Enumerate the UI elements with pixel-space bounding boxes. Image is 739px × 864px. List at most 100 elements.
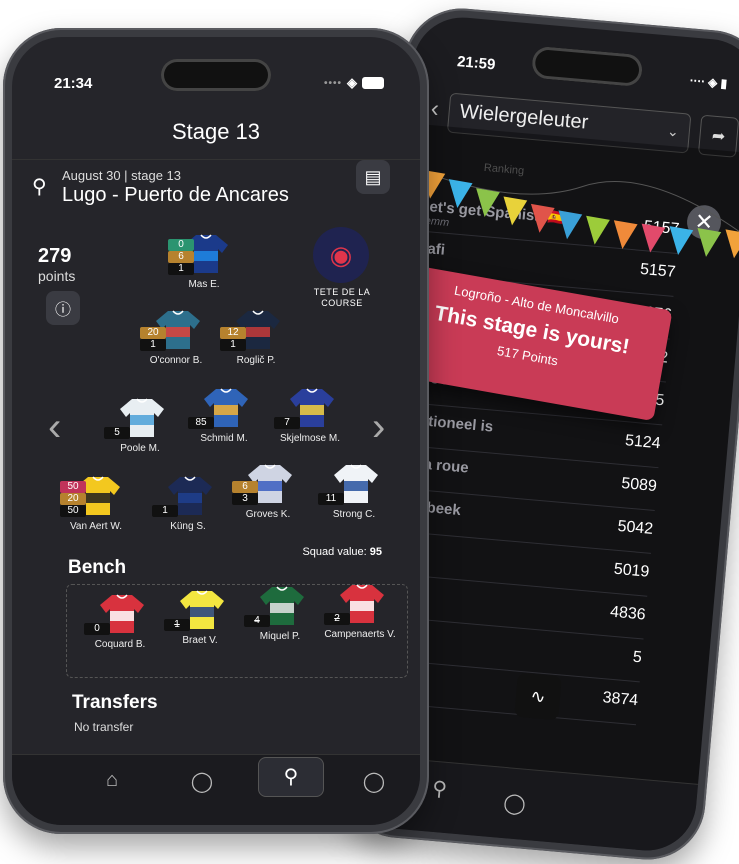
info-icon[interactable]: ⓘ xyxy=(46,291,80,325)
rider-card[interactable]: 5 Poole M. xyxy=(98,397,182,473)
signal-icon: •••• xyxy=(323,77,342,89)
bunting-flag xyxy=(697,228,722,257)
rider-badges: 63 xyxy=(232,481,258,505)
ranking-score: 5124 xyxy=(624,432,662,453)
ranking-score: 5 xyxy=(632,648,643,667)
rider-card[interactable]: 12 1 Roglič P. xyxy=(214,309,298,385)
rider-card[interactable]: 7 Skjelmose M. xyxy=(268,387,352,463)
rider-name: Schmid M. xyxy=(200,433,248,444)
team-logo: ◉ xyxy=(313,227,369,283)
tab-profile-icon[interactable]: ◯ xyxy=(354,769,394,794)
bunting-flag xyxy=(530,203,555,233)
podium-icon[interactable]: ▤ xyxy=(356,160,390,194)
stage-header: ⚲ August 30 | stage 13 Lugo - Puerto de … xyxy=(12,159,420,220)
rider-name: Poole M. xyxy=(120,443,160,454)
score-value: 279 xyxy=(38,245,72,267)
rider-badges: 7 xyxy=(274,417,300,429)
rider-badge: 7 xyxy=(274,417,300,429)
rider-badges: 11 xyxy=(318,493,344,505)
bench-title: Bench xyxy=(68,557,127,578)
rider-name: Braet V. xyxy=(182,635,218,646)
rider-badge: 20 xyxy=(60,493,86,505)
battery-icon xyxy=(362,77,384,89)
rider-name: Campenaerts V. xyxy=(324,629,396,640)
bunting-flag xyxy=(641,223,666,253)
bench-rider-card[interactable]: 0 Coquard B. xyxy=(78,593,162,669)
chevron-down-icon: ⌄ xyxy=(666,122,680,140)
rider-name: Roglič P. xyxy=(236,355,276,366)
bunting-flag xyxy=(476,188,500,218)
rider-badges: 85 xyxy=(188,417,214,429)
tab-home-icon[interactable]: ⌂ xyxy=(92,769,132,792)
rider-card[interactable]: 0 6 1 Mas E. xyxy=(162,233,246,309)
rider-badge: 1 xyxy=(168,263,194,275)
rider-badge: 5 xyxy=(104,427,130,439)
rider-badges: 2 xyxy=(324,613,350,625)
bench-rider-card[interactable]: 2 Campenaerts V. xyxy=(318,583,402,659)
rider-name: Skjelmose M. xyxy=(279,433,340,444)
tab-bike-icon[interactable]: ◯ xyxy=(182,769,222,794)
rider-badges: 1 xyxy=(152,505,178,517)
rider-badges: 20 1 xyxy=(140,327,166,351)
ranking-list: Let's get Spanish 🇪🇸Temm5157Nafi51575676… xyxy=(376,13,739,726)
rider-badge: 4 xyxy=(244,615,270,627)
bunting-flag xyxy=(586,215,610,245)
league-header: ‹ Wielergeleuter ⌄ ➦ xyxy=(411,89,739,158)
rider-card[interactable]: 85 Schmid M. xyxy=(182,387,266,463)
rider-card[interactable]: 1 Küng S. xyxy=(146,475,230,551)
stage-screen: 21:34 •••• ◈ Stage 13 ⚲ August 30 | stag… xyxy=(12,37,420,825)
phone-front: 21:34 •••• ◈ Stage 13 ⚲ August 30 | stag… xyxy=(3,28,429,834)
rider-badge: 0 xyxy=(84,623,110,635)
rider-badges: 5 xyxy=(104,427,130,439)
rider-badges: 12 1 xyxy=(220,327,246,351)
status-time: 21:59 xyxy=(456,53,497,74)
squad-value: Squad value: 95 xyxy=(302,546,382,558)
bench-rider-card[interactable]: 4 Miquel P. xyxy=(238,585,322,661)
rider-card[interactable]: 20 1 O'connor B. xyxy=(134,309,218,385)
tab-stage-icon[interactable]: ⚲ xyxy=(258,757,324,797)
bunting-flag xyxy=(669,226,694,256)
rider-badge: 20 xyxy=(140,327,166,339)
rider-badge: 50 xyxy=(60,505,86,517)
chevron-left-icon[interactable]: ‹ xyxy=(48,405,61,450)
stage-name: Lugo - Puerto de Ancares xyxy=(62,184,289,206)
rider-badge: 50 xyxy=(60,481,86,493)
chevron-right-icon[interactable]: › xyxy=(372,405,385,450)
rider-card[interactable]: 11 Strong C. xyxy=(312,463,396,539)
rider-name: Van Aert W. xyxy=(69,521,123,532)
ranking-score: 5019 xyxy=(613,560,651,581)
bunting-flag xyxy=(503,196,528,226)
tab-bar: ⌂ ◯ ⚲ ◯ xyxy=(12,754,420,825)
wifi-icon: ◈ xyxy=(347,75,357,90)
status-icons: •••• ◈ xyxy=(324,75,384,91)
back-chevron-icon[interactable]: ‹ xyxy=(430,95,440,124)
transfers-text: No transfer xyxy=(74,720,134,734)
rider-badge: 85 xyxy=(188,417,214,429)
dynamic-island xyxy=(530,45,643,88)
rider-badges: 4 xyxy=(244,615,270,627)
rider-badge: 6 xyxy=(168,251,194,263)
team-name: TETE DE LA COURSE xyxy=(313,287,371,308)
rider-badge: 6 xyxy=(232,481,258,493)
rider-badge: 11 xyxy=(318,493,344,505)
rider-card[interactable]: 50 20 50 Van Aert W. xyxy=(54,475,138,551)
rider-badges: 0 xyxy=(84,623,110,635)
rider-badges: 061 xyxy=(168,239,194,275)
bunting-flag xyxy=(613,220,638,250)
rider-badge: 1 xyxy=(220,339,246,351)
rider-badge: 1 xyxy=(140,339,166,351)
rider-card[interactable]: 6 3 Groves K. xyxy=(226,463,310,539)
rider-name: Coquard B. xyxy=(94,639,146,650)
score-unit: points xyxy=(38,268,76,284)
rider-badge: 2 xyxy=(324,613,350,625)
ranking-score: 4836 xyxy=(609,603,647,624)
bench-rider-card[interactable]: 1 Braet V. xyxy=(158,589,242,665)
transfers-title: Transfers xyxy=(72,692,158,713)
bunting-flag xyxy=(558,210,583,240)
page-title: Stage 13 xyxy=(171,119,261,144)
rider-badges: 50 20 50 xyxy=(60,481,86,517)
tab-profile-icon[interactable]: ◯ xyxy=(494,789,536,817)
status-bar: 21:34 •••• ◈ xyxy=(12,75,420,95)
chart-toggle-icon[interactable]: ∿ xyxy=(514,672,562,721)
wifi-battery-icon: ⋅⋅⋅⋅ ◈ ▮ xyxy=(688,73,728,91)
